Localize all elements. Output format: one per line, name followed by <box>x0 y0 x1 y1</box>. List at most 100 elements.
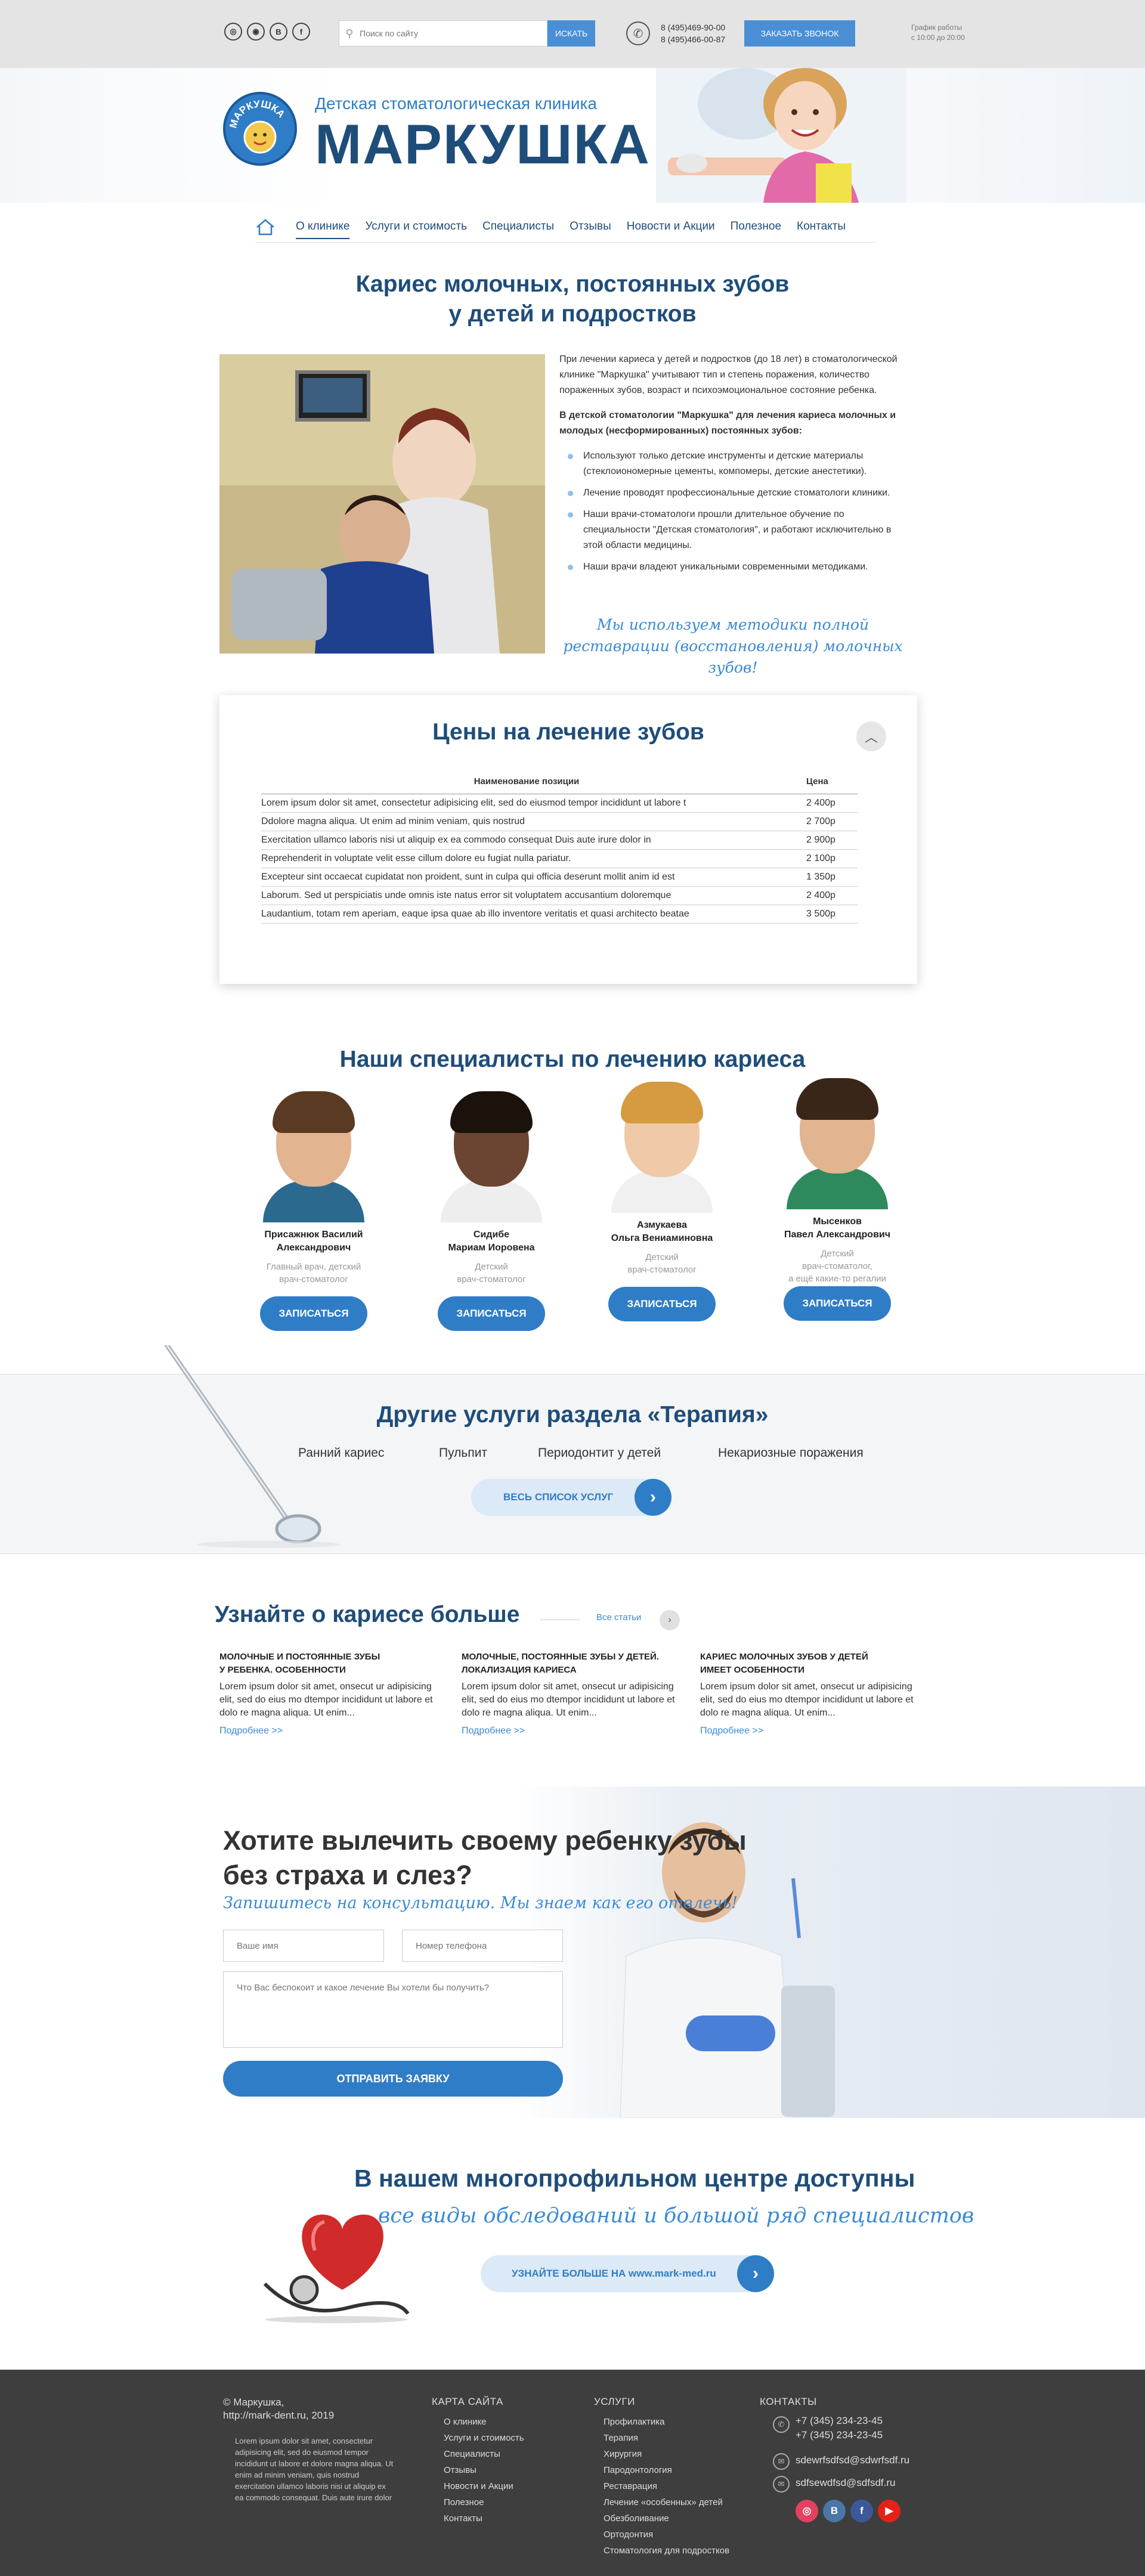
price-item-name: Exercitation ullamco laboris nisi ut ali… <box>261 831 792 850</box>
center-subtitle: все виды обследований и большой ряд спец… <box>378 2204 974 2228</box>
intro-bullet: Наши врачи владеют уникальными современн… <box>568 559 906 575</box>
nav-item-specialists[interactable]: Специалисты <box>482 215 554 239</box>
nav-item-useful[interactable]: Полезное <box>731 215 781 239</box>
footer-link[interactable]: Профилактика <box>604 2414 729 2430</box>
logo[interactable]: МАРКУШКА <box>223 92 297 166</box>
specialist-name: Азмукаева Ольга Вениаминовна <box>584 1219 739 1245</box>
nav-item-news[interactable]: Новости и Акции <box>627 215 715 239</box>
footer-phone[interactable]: +7 (345) 234-23-45 <box>796 2414 883 2428</box>
footer-link[interactable]: Реставрация <box>604 2478 729 2494</box>
article-title[interactable]: МОЛОЧНЫЕ И ПОСТОЯННЫЕ ЗУБЫ У РЕБЕНКА. ОСО… <box>219 1651 446 1677</box>
footer-link[interactable]: Услуги и стоимость <box>444 2430 524 2446</box>
article-card: МОЛОЧНЫЕ И ПОСТОЯННЫЕ ЗУБЫ У РЕБЕНКА. ОСО… <box>219 1651 446 1738</box>
footer-link[interactable]: Обезболивание <box>604 2510 729 2527</box>
footer-link[interactable]: Пародонтология <box>604 2462 729 2478</box>
footer-link[interactable]: Хирургия <box>604 2446 729 2462</box>
home-icon[interactable] <box>255 218 276 236</box>
learn-more-button[interactable]: УЗНАЙТЕ БОЛЬШЕ НА www.mark-med.ru › <box>481 2255 774 2292</box>
instagram-icon[interactable]: ◎ <box>796 2500 818 2522</box>
sitemap-heading: КАРТА САЙТА <box>432 2396 503 2407</box>
col-header-name: Наименование позиции <box>261 773 792 794</box>
service-link[interactable]: Пульпит <box>439 1446 487 1460</box>
name-field[interactable] <box>223 1930 384 1962</box>
all-services-button[interactable]: ВЕСЬ СПИСОК УСЛУГ › <box>471 1479 671 1516</box>
price-title: Цены на лечение зубов <box>432 719 704 745</box>
phone-2[interactable]: 8 (495)466-00-87 <box>661 33 725 45</box>
footer-link[interactable]: О клинике <box>444 2414 524 2430</box>
nav-item-services[interactable]: Услуги и стоимость <box>365 215 467 239</box>
youtube-icon[interactable]: ▶ <box>878 2500 900 2522</box>
book-button[interactable]: ЗАПИСАТЬСЯ <box>784 1286 891 1321</box>
phone-1[interactable]: 8 (495)469-90-00 <box>661 21 725 33</box>
footer-phone[interactable]: +7 (345) 234-23-45 <box>796 2428 883 2442</box>
message-field[interactable] <box>223 1971 563 2048</box>
book-button[interactable]: ЗАПИСАТЬСЯ <box>608 1287 716 1321</box>
vk-icon[interactable]: B <box>823 2500 846 2522</box>
footer-phones: +7 (345) 234-23-45 +7 (345) 234-23-45 <box>796 2414 883 2442</box>
facebook-icon[interactable]: f <box>850 2500 873 2522</box>
nav-item-reviews[interactable]: Отзывы <box>570 215 611 239</box>
search-button[interactable]: ИСКАТЬ <box>547 20 595 47</box>
chevron-right-icon: › <box>737 2255 774 2292</box>
chevron-right-icon: › <box>635 1479 671 1516</box>
specialist-surname: Азмукаева <box>637 1220 687 1230</box>
phone-field[interactable] <box>402 1930 563 1962</box>
specialist-given: Ольга Вениаминовна <box>611 1233 713 1243</box>
article-title-1: КАРИЕС МОЛОЧНЫХ ЗУБОВ У ДЕТЕЙ <box>700 1652 868 1662</box>
price-item-value: 2 400р <box>792 794 858 813</box>
specialists-list: Присажнюк Василий Александрович Главный в… <box>219 1078 926 1342</box>
footer-link[interactable]: Стоматология для подростков <box>604 2543 729 2559</box>
footer-email[interactable]: sdewrfsdfsd@sdwrfsdf.ru <box>796 2453 909 2467</box>
logo-emblem: МАРКУШКА <box>227 98 287 154</box>
article-excerpt: Lorem ipsum dolor sit amet, onsecut ur a… <box>462 1682 675 1718</box>
specialist-role: Детский врач-стоматолог <box>414 1261 569 1286</box>
chevron-right-icon[interactable]: › <box>660 1610 680 1630</box>
consultation-title-2: без страха и слез? <box>223 1860 472 1890</box>
facebook-icon[interactable]: f <box>292 23 310 41</box>
consultation-subtitle: Запишитесь на консультацию. Мы знаем как… <box>223 1894 738 1912</box>
mail-icon: ✉ <box>773 2453 790 2470</box>
article-excerpt: Lorem ipsum dolor sit amet, onsecut ur a… <box>219 1682 433 1718</box>
mail-icon: ✉ <box>773 2476 790 2493</box>
service-link[interactable]: Периодонтит у детей <box>538 1446 661 1460</box>
vk-icon[interactable]: B <box>270 23 287 41</box>
footer-link[interactable]: Лечение «особенных» детей <box>604 2494 729 2510</box>
ok-icon[interactable]: ◉ <box>247 23 265 41</box>
footer-email[interactable]: sdfsewdfsd@sdfsdf.ru <box>796 2476 896 2490</box>
search-input[interactable] <box>360 21 547 45</box>
footer-link[interactable]: Специалисты <box>444 2446 524 2462</box>
globe-icon[interactable]: ◎ <box>224 23 242 41</box>
footer-link[interactable]: Новости и Акции <box>444 2478 524 2494</box>
specialist-name: Присажнюк Василий Александрович <box>236 1228 391 1255</box>
specialist-surname: Присажнюк Василий <box>264 1230 363 1240</box>
order-call-button[interactable]: ЗАКАЗАТЬ ЗВОНОК <box>744 20 855 47</box>
service-link[interactable]: Некариозные поражения <box>718 1446 864 1460</box>
price-card: Цены на лечение зубов ︿ Наименование поз… <box>219 695 917 984</box>
footer-link[interactable]: Контакты <box>444 2510 524 2527</box>
specialist-given: Павел Александрович <box>784 1230 891 1240</box>
footer-link[interactable]: Полезное <box>444 2494 524 2510</box>
specialist-role-1: Детский <box>475 1262 508 1272</box>
submit-request-button[interactable]: ОТПРАВИТЬ ЗАЯВКУ <box>223 2061 563 2097</box>
article-more-link[interactable]: Подробнее >> <box>700 1724 927 1738</box>
article-more-link[interactable]: Подробнее >> <box>462 1724 688 1738</box>
article-title[interactable]: КАРИЕС МОЛОЧНЫХ ЗУБОВ У ДЕТЕЙ ИМЕЕТ ОСОБЕ… <box>700 1651 927 1677</box>
nav-item-about[interactable]: О клинике <box>296 215 350 239</box>
copyright-line2[interactable]: http://mark-dent.ru, 2019 <box>223 2409 334 2422</box>
article-more-link[interactable]: Подробнее >> <box>219 1724 446 1738</box>
book-button[interactable]: ЗАПИСАТЬСЯ <box>438 1296 545 1331</box>
footer-link[interactable]: Отзывы <box>444 2462 524 2478</box>
site-footer <box>0 2370 1145 2576</box>
clinic-subtitle: Детская стоматологическая клиника <box>315 94 597 113</box>
specialist-surname: Мысенков <box>813 1216 862 1227</box>
footer-copyright: © Маркушка, http://mark-dent.ru, 2019 <box>223 2396 334 2422</box>
footer-link[interactable]: Терапия <box>604 2430 729 2446</box>
article-title[interactable]: МОЛОЧНЫЕ, ПОСТОЯННЫЕ ЗУБЫ У ДЕТЕЙ. ЛОКАЛИ… <box>462 1651 688 1677</box>
center-title: В нашем многопрофильном центре доступны <box>354 2165 915 2192</box>
book-button[interactable]: ЗАПИСАТЬСЯ <box>260 1296 367 1331</box>
article-title-2: ИМЕЕТ ОСОБЕННОСТИ <box>700 1665 804 1675</box>
footer-link[interactable]: Ортодонтия <box>604 2527 729 2543</box>
all-articles-link[interactable]: Все статьи <box>596 1612 641 1623</box>
collapse-chevron-up-icon[interactable]: ︿ <box>856 722 886 751</box>
nav-item-contacts[interactable]: Контакты <box>797 215 846 239</box>
